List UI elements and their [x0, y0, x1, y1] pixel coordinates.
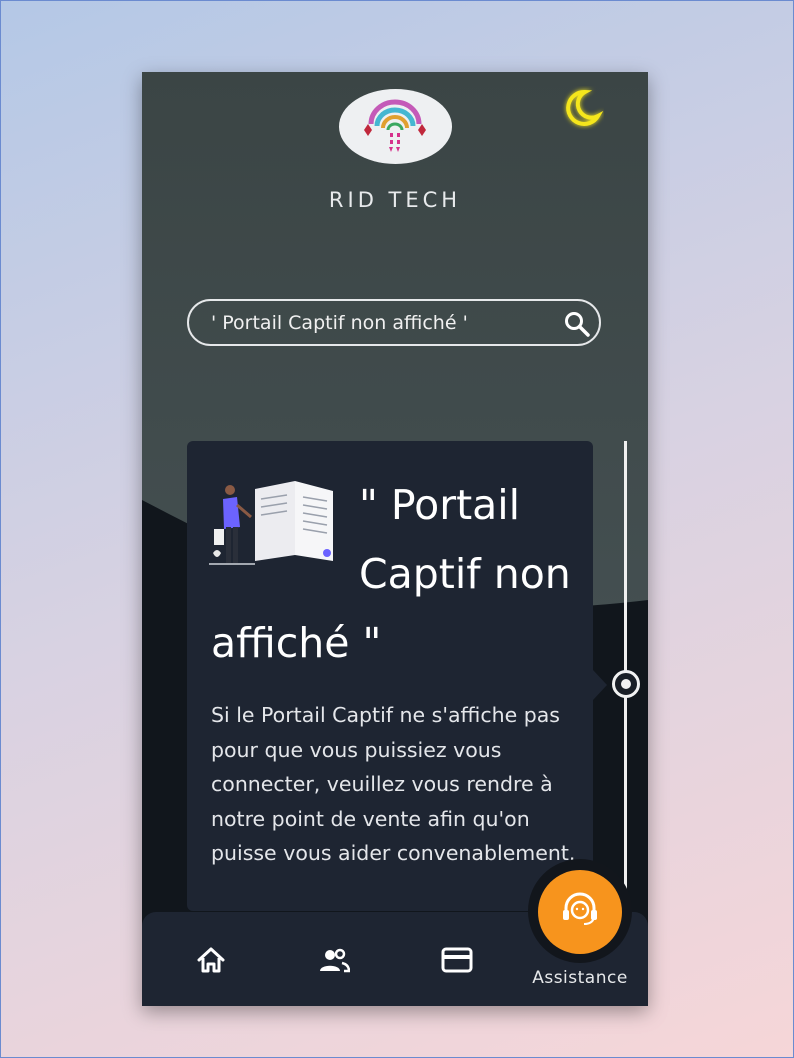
logo: [339, 89, 452, 164]
logo-mark: [364, 99, 426, 152]
moon-icon[interactable]: [560, 86, 604, 130]
search-bar[interactable]: [187, 299, 601, 346]
search-input[interactable]: [211, 309, 541, 337]
card-body: Si le Portail Captif ne s'affiche pas po…: [211, 703, 576, 865]
headset-icon: [563, 892, 597, 925]
users-icon[interactable]: [318, 944, 350, 976]
timeline-marker[interactable]: [612, 670, 640, 698]
credit-card-icon[interactable]: [441, 944, 473, 976]
home-icon[interactable]: [195, 944, 227, 976]
assistance-button[interactable]: [538, 870, 622, 954]
faq-card: " Portail Captif non affiché " Si le Por…: [187, 441, 593, 911]
card-title: " Portail Captif non affiché ": [211, 471, 581, 678]
search-icon[interactable]: [563, 310, 591, 338]
assistance-label[interactable]: Assistance: [524, 968, 636, 988]
card-pointer: [593, 670, 607, 700]
brand-name: RID TECH: [328, 188, 462, 212]
app-screen: RID TECH " Po: [142, 72, 648, 1006]
